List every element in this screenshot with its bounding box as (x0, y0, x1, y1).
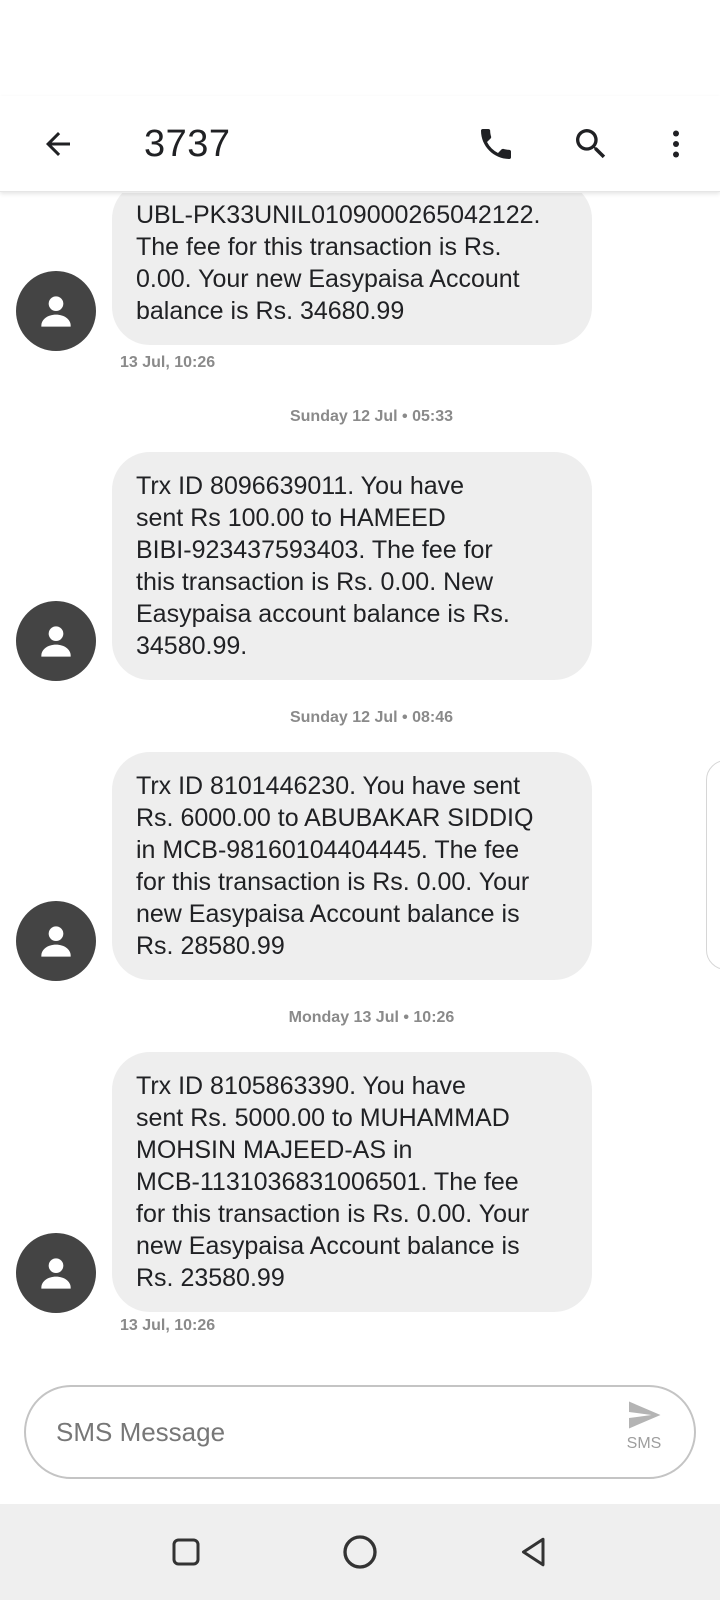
search-icon[interactable] (563, 116, 619, 172)
status-bar (0, 0, 720, 96)
send-label: SMS (626, 1435, 662, 1452)
date-divider: Sunday 12 Jul • 05:33 (289, 408, 453, 425)
contact-avatar (16, 271, 96, 351)
person-icon (41, 626, 71, 657)
date-divider: Sunday 12 Jul • 08:46 (289, 709, 453, 726)
compose-bar: SMS (24, 1385, 696, 1479)
message-bubble[interactable]: Trx ID 8101446230. You have sent Rs. 600… (112, 752, 592, 980)
conversation-title: 3737 (144, 123, 231, 165)
sms-message-input[interactable] (56, 1407, 576, 1457)
contact-avatar (16, 1233, 96, 1313)
message-timestamp: 13 Jul, 10:26 (120, 354, 216, 371)
more-vert-icon[interactable] (648, 116, 704, 172)
app-bar: 3737 (0, 96, 720, 192)
message-list[interactable]: UBL-PK33UNIL0109000265042122. The fee fo… (0, 193, 720, 1343)
person-icon (41, 296, 71, 327)
message-bubble[interactable]: Trx ID 8105863390. You have sent Rs. 500… (112, 1052, 592, 1312)
contact-avatar (16, 601, 96, 681)
send-button[interactable]: SMS (596, 1397, 692, 1469)
phone-icon[interactable] (468, 116, 524, 172)
contact-avatar (16, 901, 96, 981)
back-arrow-icon[interactable] (30, 116, 86, 172)
recents-square-icon[interactable] (162, 1528, 210, 1576)
message-bubble[interactable]: Trx ID 8096639011. You have sent Rs 100.… (112, 452, 592, 680)
date-divider: Monday 13 Jul • 10:26 (288, 1009, 455, 1026)
message-timestamp: 13 Jul, 10:26 (120, 1317, 216, 1334)
person-icon (41, 926, 71, 957)
edge-panel-handle[interactable] (706, 760, 720, 970)
navigation-bar (0, 1504, 720, 1600)
back-triangle-icon[interactable] (510, 1528, 558, 1576)
message-bubble[interactable]: UBL-PK33UNIL0109000265042122. The fee fo… (112, 193, 592, 345)
person-icon (41, 1258, 71, 1289)
home-circle-icon[interactable] (336, 1528, 384, 1576)
send-icon (629, 1401, 661, 1429)
